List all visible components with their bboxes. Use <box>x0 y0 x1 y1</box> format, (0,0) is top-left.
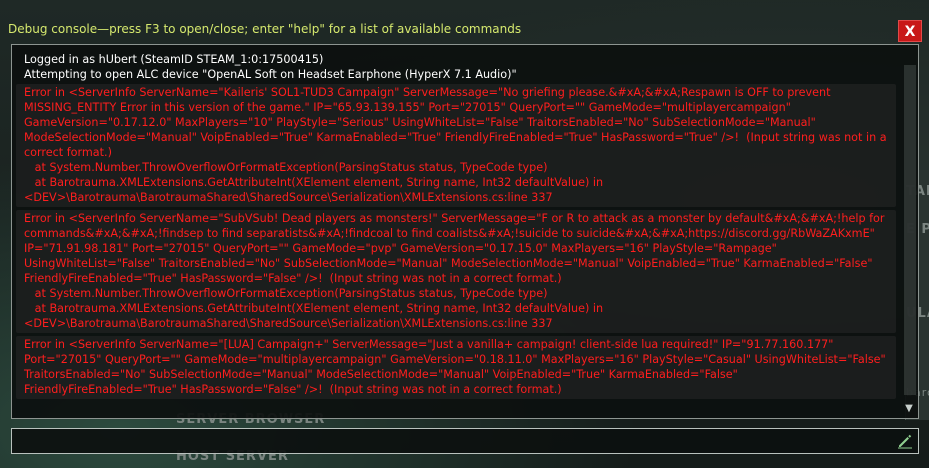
log-error-entry: Error in <ServerInfo ServerName="[LUA] C… <box>16 336 896 399</box>
log-info-entry: Logged in as hUbert (SteamID STEAM_1:0:1… <box>24 53 324 66</box>
chevron-down-icon[interactable]: ▼ <box>904 404 914 414</box>
close-icon: X <box>904 24 916 40</box>
console-scrollbar[interactable] <box>904 65 916 395</box>
console-input-row <box>11 428 919 454</box>
log-error-entry: Error in <ServerInfo ServerName="SubVSub… <box>16 210 896 333</box>
console-log[interactable]: Logged in as hUbert (SteamID STEAM_1:0:1… <box>11 44 919 419</box>
pencil-icon[interactable] <box>896 432 914 450</box>
console-input[interactable] <box>12 429 892 453</box>
log-error-entry: Error in <ServerInfo ServerName="Kaileri… <box>16 84 896 207</box>
console-log-content: Logged in as hUbert (SteamID STEAM_1:0:1… <box>12 45 898 418</box>
scrollbar-thumb[interactable] <box>904 65 916 395</box>
console-title: Debug console—press F3 to open/close; en… <box>8 22 522 36</box>
close-button[interactable]: X <box>898 20 922 42</box>
log-info-entry: Attempting to open ALC device "OpenAL So… <box>24 68 517 81</box>
